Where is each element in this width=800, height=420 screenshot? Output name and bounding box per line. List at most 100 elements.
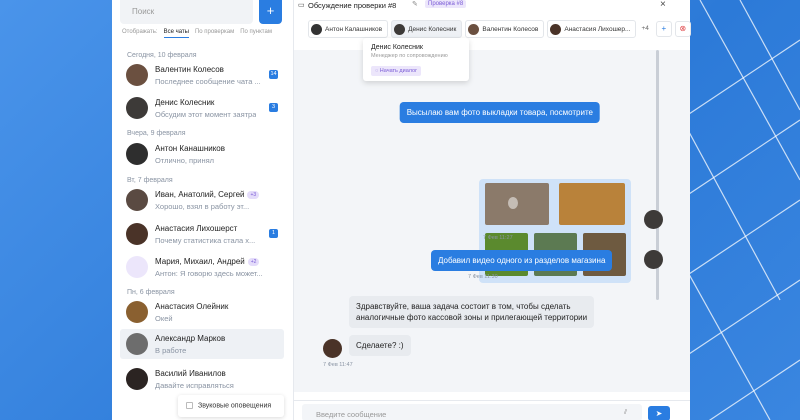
play-icon[interactable] — [508, 197, 518, 209]
unread-badge: 14 — [269, 70, 278, 79]
send-button[interactable]: ➤ — [648, 406, 670, 420]
message-incoming: Здравствуйте, ваша задача состоит в том,… — [349, 296, 595, 328]
chat-title: Обсуждение проверки #8 — [308, 1, 397, 10]
avatar — [126, 368, 148, 390]
sound-label: Звуковые оповещения — [198, 402, 272, 410]
sound-checkbox[interactable] — [186, 402, 193, 409]
messages-area: Высылаю вам фото выкладки товара, посмот… — [294, 50, 690, 392]
avatar — [126, 189, 148, 211]
avatar — [126, 64, 148, 86]
avatar — [550, 23, 562, 35]
avatar — [311, 23, 322, 35]
filter-label: Отображать: — [122, 29, 158, 35]
participant-chip[interactable]: Антон Калашников — [308, 20, 389, 38]
avatar — [126, 223, 148, 245]
participant-name: Анастасия Лихошер... — [564, 25, 631, 33]
more-participants-count[interactable]: +4 — [641, 20, 648, 38]
chat-bubble-icon: ▭ — [298, 2, 305, 9]
edit-icon[interactable]: ✎ — [412, 0, 418, 8]
chat-name: Анастасия Лихошерст — [155, 224, 238, 233]
participant-chip[interactable]: Валентин Колесов — [465, 20, 545, 38]
avatar — [126, 301, 148, 323]
sound-notifications-toggle[interactable]: Звуковые оповещения — [178, 395, 284, 417]
participant-chip[interactable]: Денис Колесник — [391, 20, 463, 38]
chat-name: Анастасия Олейник — [155, 302, 229, 311]
chat-preview: Последнее сообщение чата ... — [155, 77, 261, 86]
unread-badge: 1 — [269, 229, 278, 238]
search-row: Поиск + — [120, 0, 292, 24]
filter-by-checks[interactable]: По проверкам — [195, 29, 234, 38]
chat-item[interactable]: Александр Марков В работе — [120, 329, 284, 359]
chat-item[interactable]: Анастасия Лихошерст Почему статистика ст… — [120, 219, 284, 249]
chat-item[interactable]: Антон Канашников Отлично, принял — [120, 139, 284, 169]
date-separator: Вт, 7 февраля — [127, 177, 173, 184]
send-icon: ➤ — [655, 409, 663, 418]
photo-thumb[interactable] — [559, 183, 625, 225]
chat-name: Валентин Колесов — [155, 65, 224, 74]
chat-item[interactable]: Василий Иванилов Давайте исправляться — [120, 364, 284, 394]
chat-name: Александр Марков — [155, 334, 226, 343]
chat-name: Мария, Михаил, Андрей +2 — [155, 257, 260, 266]
group-avatar — [126, 256, 148, 278]
start-dialog-button[interactable]: ◌ Начать диалог — [371, 66, 422, 76]
paperclip-icon[interactable]: ⫽ — [624, 409, 627, 417]
date-separator: Вчера, 9 февраля — [127, 130, 186, 137]
unread-badge: 3 — [269, 103, 278, 112]
message-time: 7 Фев 11:30 — [468, 274, 498, 280]
message-outgoing: Высылаю вам фото выкладки товара, посмот… — [399, 102, 600, 123]
chat-main: ▭ Обсуждение проверки #8 ✎ Проверка #8 ×… — [294, 0, 691, 420]
new-chat-button[interactable]: + — [259, 0, 282, 24]
avatar — [468, 23, 480, 35]
add-participant-button[interactable]: + — [655, 21, 672, 37]
chat-header: ▭ Обсуждение проверки #8 ✎ Проверка #8 × — [294, 0, 690, 12]
chat-preview: Отлично, принял — [155, 156, 215, 165]
date-separator: Пн, 6 февраля — [127, 289, 175, 296]
participant-name: Валентин Колесов — [482, 25, 539, 33]
chat-preview: Давайте исправляться — [155, 381, 234, 390]
avatar — [126, 143, 148, 165]
chat-name: Иван, Анатолий, Сергей +3 — [155, 190, 260, 199]
chat-item[interactable]: Мария, Михаил, Андрей +2 Антон: Я говорю … — [120, 252, 284, 282]
check-tag[interactable]: Проверка #8 — [425, 0, 467, 8]
participants-bar: Антон Калашников Денис Колесник Валентин… — [308, 20, 691, 38]
chat-preview: В работе — [155, 346, 187, 355]
remove-participant-button[interactable]: ⊗ — [674, 21, 691, 37]
chat-item[interactable]: Валентин Колесов Последнее сообщение чат… — [120, 60, 284, 90]
chat-name: Василий Иванилов — [155, 369, 226, 378]
chat-preview: Почему статистика стала х... — [155, 236, 256, 245]
participant-name: Денис Колесник — [408, 25, 457, 33]
message-line: Здравствуйте, ваша задача состоит в том,… — [356, 302, 571, 311]
chat-item[interactable]: Иван, Анатолий, Сергей +3 Хорошо, взял в … — [120, 185, 284, 215]
participant-name: Антон Калашников — [325, 25, 383, 33]
chat-item[interactable]: Анастасия Олейник Окей — [120, 297, 284, 327]
start-dialog-label: Начать диалог — [379, 68, 418, 74]
member-count-pill: +3 — [247, 190, 260, 199]
date-separator: Сегодня, 10 февраля — [127, 52, 197, 59]
filter-by-items[interactable]: По пунктам — [240, 29, 272, 38]
chat-item[interactable]: Денис Колесник Обсудим этот момент заятр… — [120, 93, 284, 123]
search-input[interactable]: Поиск — [120, 0, 253, 24]
member-count-pill: +2 — [247, 257, 260, 266]
filter-all-chats[interactable]: Все чаты — [163, 29, 189, 38]
chat-preview: Обсудим этот момент заятра — [155, 110, 257, 119]
composer: Введите сообщение ⫽ ➤ — [294, 400, 690, 420]
participant-tooltip: Денис Колесник Менеджер по сопровождению… — [363, 38, 469, 81]
message-time: 7 Фев 11:27 — [483, 235, 513, 241]
chat-name-text: Мария, Михаил, Андрей — [155, 257, 245, 266]
message-line: аналогичные фото кассовой зоны и прилега… — [356, 313, 588, 322]
chat-name: Денис Колесник — [155, 98, 215, 107]
chat-name-text: Иван, Анатолий, Сергей — [155, 190, 245, 199]
chat-preview: Хорошо, взял в работу эт... — [155, 202, 250, 211]
close-icon[interactable]: × — [660, 0, 666, 10]
chat-preview: Окей — [155, 314, 173, 323]
participant-chip[interactable]: Анастасия Лихошер... — [547, 20, 637, 38]
chat-filters: Отображать: Все чаты По проверкам По пун… — [122, 29, 272, 38]
message-input[interactable]: Введите сообщение — [302, 404, 642, 420]
message-time: 7 Фев 11:47 — [323, 362, 353, 368]
avatar — [394, 23, 406, 35]
messenger-window: Поиск + Отображать: Все чаты По проверка… — [112, 0, 691, 420]
chat-preview: Антон: Я говорю здесь может... — [155, 269, 263, 278]
background-grid — [680, 0, 800, 420]
avatar — [126, 97, 148, 119]
chat-name: Антон Канашников — [155, 144, 225, 153]
